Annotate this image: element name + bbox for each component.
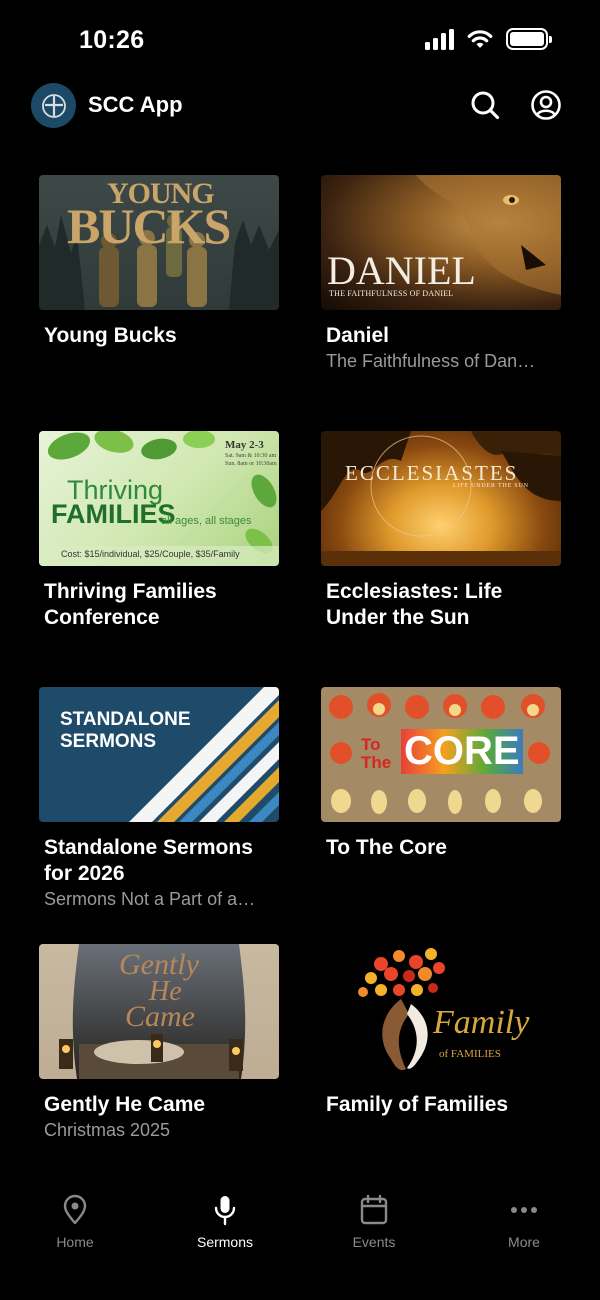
art-title-line1: Family xyxy=(433,1004,530,1041)
status-icons xyxy=(425,28,552,50)
art-tagline: all ages, all stages xyxy=(161,515,252,527)
calendar-icon xyxy=(360,1194,388,1225)
art-title-line2: FAMILIES xyxy=(51,499,176,529)
sermon-card[interactable]: Family of FAMILIES Family of Families xyxy=(321,944,561,1118)
sermon-card[interactable]: DANIEL THE FAITHFULNESS OF DANIEL Daniel… xyxy=(321,175,561,373)
sunset-trees-art xyxy=(321,431,561,566)
app-title: SCC App xyxy=(88,92,183,117)
sermon-thumbnail: YOUNG BUCKS xyxy=(39,175,279,310)
more-dots-icon xyxy=(511,1207,537,1213)
search-button[interactable] xyxy=(469,89,501,121)
profile-button[interactable] xyxy=(530,89,562,121)
art-title-line1: DANIEL xyxy=(327,248,476,293)
art-title-line2: SERMONS xyxy=(60,731,157,752)
art-times-sat: Sat. 9am & 10:30 am xyxy=(225,453,277,459)
tab-sermons[interactable]: Sermons xyxy=(175,1194,275,1250)
tab-bar: Home Sermons Events More xyxy=(0,1180,600,1300)
location-pin-icon xyxy=(63,1194,87,1225)
tab-label: More xyxy=(508,1234,540,1250)
sermon-card[interactable]: ECCLESIASTES LIFE UNDER THE SUN Ecclesia… xyxy=(321,431,561,631)
sermon-subtitle: The Faithfulness of Dan… xyxy=(326,351,536,371)
sermon-thumbnail: May 2-3 Sat. 9am & 10:30 am Sun. 8am or … xyxy=(39,431,279,566)
art-cost: Cost: $15/individual, $25/Couple, $35/Fa… xyxy=(61,549,240,559)
sermon-thumbnail: STANDALONE SERMONS xyxy=(39,687,279,822)
search-icon xyxy=(471,91,500,120)
sermon-thumbnail: Family of FAMILIES xyxy=(321,944,561,1079)
cellular-signal-icon xyxy=(425,28,454,50)
tab-label: Home xyxy=(56,1234,94,1250)
sermon-title: Gently He Came xyxy=(44,1093,206,1116)
status-time: 10:26 xyxy=(79,26,145,54)
sermon-title: Young Bucks xyxy=(44,324,177,347)
status-bar: 10:26 xyxy=(0,0,600,80)
sermon-title: Ecclesiastes: Life Under the Sun xyxy=(326,580,503,629)
battery-icon xyxy=(506,28,552,50)
wifi-icon xyxy=(467,30,493,48)
sermon-title: Standalone Sermons for 2026 xyxy=(44,836,253,885)
tab-more[interactable]: More xyxy=(474,1194,574,1250)
sermon-title: To The Core xyxy=(326,836,447,859)
profile-icon xyxy=(531,90,561,120)
sermon-title: Thriving Families Conference xyxy=(44,580,217,629)
art-title-line1: STANDALONE xyxy=(60,709,191,730)
cross-circle-icon xyxy=(41,93,66,118)
diagonal-stripes-art xyxy=(129,687,279,822)
tab-label: Events xyxy=(352,1234,396,1250)
sermon-card[interactable]: Gently He Came Gently He Came Christmas … xyxy=(39,944,279,1142)
sermon-thumbnail: ECCLESIASTES LIFE UNDER THE SUN xyxy=(321,431,561,566)
sermon-title: Daniel xyxy=(326,324,390,347)
art-times-sun: Sun. 8am or 10:30am xyxy=(225,461,277,467)
art-title-line2: BUCKS xyxy=(67,198,231,254)
sermon-subtitle: Sermons Not a Part of a… xyxy=(44,889,256,909)
art-title-line2: LIFE UNDER THE SUN xyxy=(453,483,529,489)
tab-events[interactable]: Events xyxy=(324,1194,424,1250)
sermon-thumbnail: Gently He Came xyxy=(39,944,279,1079)
art-title-line2: The xyxy=(361,753,392,772)
sermon-card[interactable]: STANDALONE SERMONS Standalone Sermons fo… xyxy=(39,687,279,911)
art-date: May 2-3 xyxy=(225,439,264,451)
art-title-line1: To xyxy=(361,735,381,754)
tab-label: Sermons xyxy=(196,1234,254,1250)
microphone-icon xyxy=(214,1196,236,1226)
sermon-thumbnail: DANIEL THE FAITHFULNESS OF DANIEL xyxy=(321,175,561,310)
art-title-line3: CORE xyxy=(401,729,523,774)
tab-home[interactable]: Home xyxy=(25,1194,125,1250)
sermon-title: Family of Families xyxy=(326,1093,509,1116)
app-logo[interactable] xyxy=(31,83,76,128)
app-header: SCC App xyxy=(0,80,600,132)
art-title-line2: of FAMILIES xyxy=(439,1048,501,1060)
art-title-line2: THE FAITHFULNESS OF DANIEL xyxy=(329,289,454,298)
sermon-subtitle: Christmas 2025 xyxy=(44,1120,171,1140)
sermon-thumbnail: To The CORE xyxy=(321,687,561,822)
art-title-line3: Came xyxy=(125,1000,195,1033)
sermon-card[interactable]: YOUNG BUCKS Young Bucks xyxy=(39,175,279,349)
sermon-card[interactable]: To The CORE To The Core xyxy=(321,687,561,861)
sermon-card[interactable]: May 2-3 Sat. 9am & 10:30 am Sun. 8am or … xyxy=(39,431,279,631)
